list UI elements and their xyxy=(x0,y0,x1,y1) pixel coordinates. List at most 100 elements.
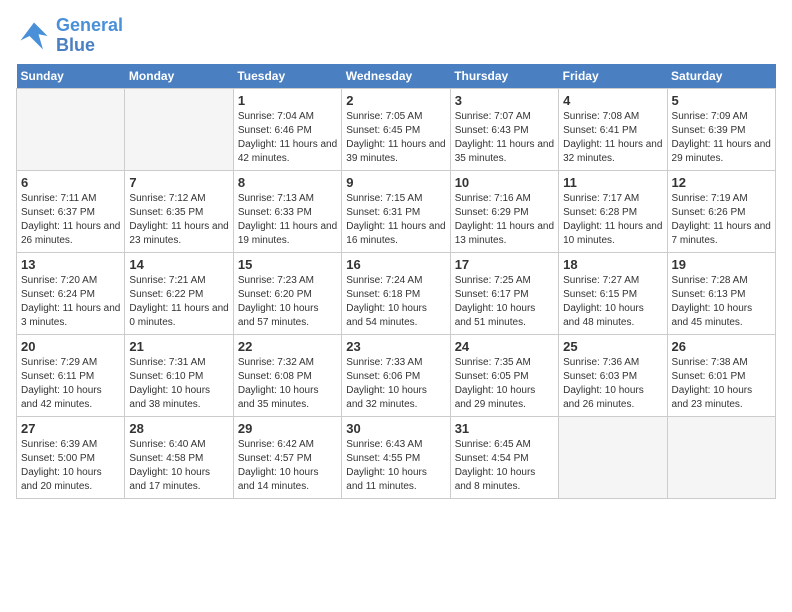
calendar-cell: 21 Sunrise: 7:31 AM Sunset: 6:10 PM Dayli… xyxy=(125,334,233,416)
day-number: 15 xyxy=(238,257,337,272)
calendar-cell: 18 Sunrise: 7:27 AM Sunset: 6:15 PM Dayli… xyxy=(559,252,667,334)
day-info: Sunrise: 7:17 AM Sunset: 6:28 PM Dayligh… xyxy=(563,192,662,248)
day-number: 8 xyxy=(238,175,337,190)
day-number: 23 xyxy=(346,339,445,354)
day-number: 18 xyxy=(563,257,662,272)
day-info: Sunrise: 7:31 AM Sunset: 6:10 PM Dayligh… xyxy=(129,356,228,412)
day-number: 22 xyxy=(238,339,337,354)
calendar-cell xyxy=(667,416,775,498)
calendar-table: SundayMondayTuesdayWednesdayThursdayFrid… xyxy=(16,64,776,499)
day-number: 7 xyxy=(129,175,228,190)
calendar-cell xyxy=(125,88,233,170)
day-info: Sunrise: 7:15 AM Sunset: 6:31 PM Dayligh… xyxy=(346,192,445,248)
calendar-week-3: 13 Sunrise: 7:20 AM Sunset: 6:24 PM Dayli… xyxy=(17,252,776,334)
calendar-week-5: 27Sunrise: 6:39 AM Sunset: 5:00 PM Dayli… xyxy=(17,416,776,498)
calendar-cell: 23 Sunrise: 7:33 AM Sunset: 6:06 PM Dayli… xyxy=(342,334,450,416)
calendar-cell: 27Sunrise: 6:39 AM Sunset: 5:00 PM Dayli… xyxy=(17,416,125,498)
day-info: Sunrise: 7:12 AM Sunset: 6:35 PM Dayligh… xyxy=(129,192,228,248)
calendar-cell: 10 Sunrise: 7:16 AM Sunset: 6:29 PM Dayli… xyxy=(450,170,558,252)
day-number: 3 xyxy=(455,93,554,108)
day-number: 11 xyxy=(563,175,662,190)
weekday-header-monday: Monday xyxy=(125,64,233,89)
weekday-header-friday: Friday xyxy=(559,64,667,89)
logo-text: General Blue xyxy=(56,16,123,56)
calendar-cell: 20Sunrise: 7:29 AM Sunset: 6:11 PM Dayli… xyxy=(17,334,125,416)
day-info: Sunrise: 7:09 AM Sunset: 6:39 PM Dayligh… xyxy=(672,110,771,166)
day-info: Sunrise: 7:27 AM Sunset: 6:15 PM Dayligh… xyxy=(563,274,662,330)
day-number: 25 xyxy=(563,339,662,354)
weekday-header-saturday: Saturday xyxy=(667,64,775,89)
day-number: 19 xyxy=(672,257,771,272)
day-number: 2 xyxy=(346,93,445,108)
calendar-cell: 29 Sunrise: 6:42 AM Sunset: 4:57 PM Dayli… xyxy=(233,416,341,498)
day-info: Sunrise: 6:42 AM Sunset: 4:57 PM Dayligh… xyxy=(238,438,337,494)
day-info: Sunrise: 7:08 AM Sunset: 6:41 PM Dayligh… xyxy=(563,110,662,166)
calendar-cell: 7 Sunrise: 7:12 AM Sunset: 6:35 PM Daylig… xyxy=(125,170,233,252)
weekday-header-sunday: Sunday xyxy=(17,64,125,89)
weekday-header-row: SundayMondayTuesdayWednesdayThursdayFrid… xyxy=(17,64,776,89)
day-info: Sunrise: 6:40 AM Sunset: 4:58 PM Dayligh… xyxy=(129,438,228,494)
day-number: 1 xyxy=(238,93,337,108)
weekday-header-tuesday: Tuesday xyxy=(233,64,341,89)
calendar-cell: 11 Sunrise: 7:17 AM Sunset: 6:28 PM Dayli… xyxy=(559,170,667,252)
calendar-week-2: 6 Sunrise: 7:11 AM Sunset: 6:37 PM Daylig… xyxy=(17,170,776,252)
logo: General Blue xyxy=(16,16,123,56)
calendar-cell: 16Sunrise: 7:24 AM Sunset: 6:18 PM Dayli… xyxy=(342,252,450,334)
calendar-cell: 2 Sunrise: 7:05 AM Sunset: 6:45 PM Daylig… xyxy=(342,88,450,170)
calendar-cell: 22 Sunrise: 7:32 AM Sunset: 6:08 PM Dayli… xyxy=(233,334,341,416)
calendar-week-1: 1 Sunrise: 7:04 AM Sunset: 6:46 PM Daylig… xyxy=(17,88,776,170)
day-info: Sunrise: 7:07 AM Sunset: 6:43 PM Dayligh… xyxy=(455,110,554,166)
calendar-cell: 3 Sunrise: 7:07 AM Sunset: 6:43 PM Daylig… xyxy=(450,88,558,170)
calendar-cell: 8Sunrise: 7:13 AM Sunset: 6:33 PM Daylig… xyxy=(233,170,341,252)
calendar-cell: 28 Sunrise: 6:40 AM Sunset: 4:58 PM Dayli… xyxy=(125,416,233,498)
day-number: 14 xyxy=(129,257,228,272)
day-number: 28 xyxy=(129,421,228,436)
weekday-header-thursday: Thursday xyxy=(450,64,558,89)
day-number: 27 xyxy=(21,421,120,436)
calendar-cell: 19Sunrise: 7:28 AM Sunset: 6:13 PM Dayli… xyxy=(667,252,775,334)
day-info: Sunrise: 7:33 AM Sunset: 6:06 PM Dayligh… xyxy=(346,356,445,412)
day-info: Sunrise: 7:32 AM Sunset: 6:08 PM Dayligh… xyxy=(238,356,337,412)
day-number: 5 xyxy=(672,93,771,108)
day-number: 17 xyxy=(455,257,554,272)
day-info: Sunrise: 7:16 AM Sunset: 6:29 PM Dayligh… xyxy=(455,192,554,248)
day-info: Sunrise: 7:24 AM Sunset: 6:18 PM Dayligh… xyxy=(346,274,445,330)
day-info: Sunrise: 7:04 AM Sunset: 6:46 PM Dayligh… xyxy=(238,110,337,166)
day-number: 31 xyxy=(455,421,554,436)
day-info: Sunrise: 7:36 AM Sunset: 6:03 PM Dayligh… xyxy=(563,356,662,412)
calendar-cell: 31 Sunrise: 6:45 AM Sunset: 4:54 PM Dayli… xyxy=(450,416,558,498)
page-header: General Blue xyxy=(16,16,776,56)
weekday-header-wednesday: Wednesday xyxy=(342,64,450,89)
day-info: Sunrise: 6:45 AM Sunset: 4:54 PM Dayligh… xyxy=(455,438,554,494)
day-number: 13 xyxy=(21,257,120,272)
day-info: Sunrise: 7:11 AM Sunset: 6:37 PM Dayligh… xyxy=(21,192,120,248)
day-number: 10 xyxy=(455,175,554,190)
day-number: 30 xyxy=(346,421,445,436)
day-info: Sunrise: 7:20 AM Sunset: 6:24 PM Dayligh… xyxy=(21,274,120,330)
calendar-cell: 13 Sunrise: 7:20 AM Sunset: 6:24 PM Dayli… xyxy=(17,252,125,334)
calendar-cell: 30 Sunrise: 6:43 AM Sunset: 4:55 PM Dayli… xyxy=(342,416,450,498)
calendar-cell: 24 Sunrise: 7:35 AM Sunset: 6:05 PM Dayli… xyxy=(450,334,558,416)
day-info: Sunrise: 6:43 AM Sunset: 4:55 PM Dayligh… xyxy=(346,438,445,494)
calendar-week-4: 20Sunrise: 7:29 AM Sunset: 6:11 PM Dayli… xyxy=(17,334,776,416)
day-number: 29 xyxy=(238,421,337,436)
calendar-cell: 17Sunrise: 7:25 AM Sunset: 6:17 PM Dayli… xyxy=(450,252,558,334)
calendar-cell: 9Sunrise: 7:15 AM Sunset: 6:31 PM Daylig… xyxy=(342,170,450,252)
logo-icon xyxy=(16,18,52,54)
calendar-cell: 1 Sunrise: 7:04 AM Sunset: 6:46 PM Daylig… xyxy=(233,88,341,170)
day-info: Sunrise: 7:05 AM Sunset: 6:45 PM Dayligh… xyxy=(346,110,445,166)
day-info: Sunrise: 7:35 AM Sunset: 6:05 PM Dayligh… xyxy=(455,356,554,412)
day-info: Sunrise: 7:21 AM Sunset: 6:22 PM Dayligh… xyxy=(129,274,228,330)
calendar-cell: 15 Sunrise: 7:23 AM Sunset: 6:20 PM Dayli… xyxy=(233,252,341,334)
day-number: 20 xyxy=(21,339,120,354)
calendar-cell: 12Sunrise: 7:19 AM Sunset: 6:26 PM Dayli… xyxy=(667,170,775,252)
day-number: 6 xyxy=(21,175,120,190)
day-number: 21 xyxy=(129,339,228,354)
calendar-cell xyxy=(17,88,125,170)
day-info: Sunrise: 7:23 AM Sunset: 6:20 PM Dayligh… xyxy=(238,274,337,330)
day-number: 26 xyxy=(672,339,771,354)
day-number: 24 xyxy=(455,339,554,354)
calendar-cell: 4Sunrise: 7:08 AM Sunset: 6:41 PM Daylig… xyxy=(559,88,667,170)
day-info: Sunrise: 7:19 AM Sunset: 6:26 PM Dayligh… xyxy=(672,192,771,248)
calendar-cell: 14 Sunrise: 7:21 AM Sunset: 6:22 PM Dayli… xyxy=(125,252,233,334)
